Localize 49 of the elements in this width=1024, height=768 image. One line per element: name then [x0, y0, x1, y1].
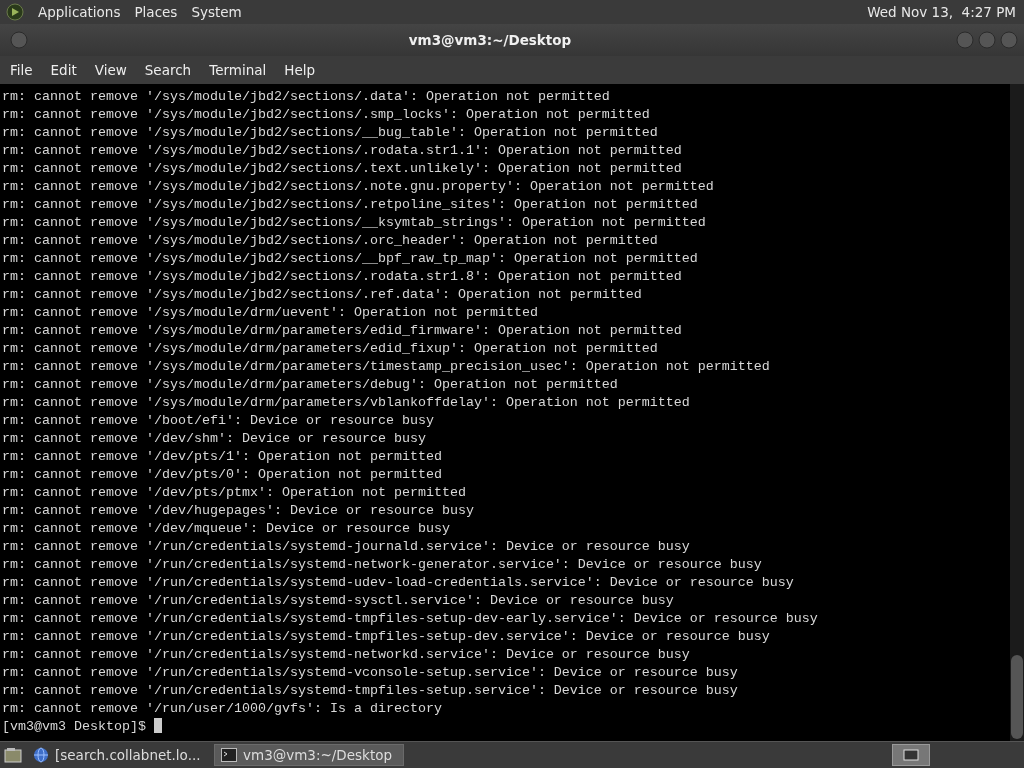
terminal-line: rm: cannot remove '/run/credentials/systemd-sysctl.service': Device or resource busy: [2, 592, 675, 610]
terminal-line: rm: cannot remove '/run/credentials/systemd-tmpfiles-setup-dev.service': Device or resource busy: [2, 628, 771, 646]
terminal-line: rm: cannot remove '/sys/module/jbd2/sections/.orc_header': Operation not permitted: [2, 232, 659, 250]
menu-item[interactable]: View: [88, 62, 133, 78]
terminal-line: rm: cannot remove '/dev/mqueue': Device or resource busy: [2, 520, 451, 538]
taskbar-button[interactable]: vm3@vm3:~/Desktop: [214, 744, 404, 766]
panel-menu[interactable]: Places: [134, 4, 178, 20]
terminal-line: rm: cannot remove '/sys/module/jbd2/sections/__bug_table': Operation not permitted: [2, 124, 659, 142]
taskbar-button[interactable]: [search.collabnet.lo...: [26, 744, 210, 766]
terminal-line: rm: cannot remove '/sys/module/drm/parameters/edid_fixup': Operation not permitted: [2, 340, 659, 358]
terminal-line: rm: cannot remove '/run/credentials/systemd-udev-load-credentials.service': Device or resource busy: [2, 574, 795, 592]
terminal-line: rm: cannot remove '/sys/module/jbd2/sections/.rodata.str1.8': Operation not permitted: [2, 268, 683, 286]
terminal-line: rm: cannot remove '/sys/module/jbd2/sections/__bpf_raw_tp_map': Operation not permitted: [2, 250, 699, 268]
terminal-line: rm: cannot remove '/sys/module/drm/parameters/vblankoffdelay': Operation not permitted: [2, 394, 691, 412]
shell-prompt: [vm3@vm3 Desktop]$: [2, 719, 147, 734]
menu-item[interactable]: Edit: [44, 62, 83, 78]
terminal-line: rm: cannot remove '/run/credentials/systemd-tmpfiles-setup-dev-early.service': Device or resource busy: [2, 610, 819, 628]
terminal-line: rm: cannot remove '/dev/pts/ptmx': Operation not permitted: [2, 484, 467, 502]
panel-menu[interactable]: System: [191, 4, 242, 20]
panel-menu[interactable]: Applications: [38, 4, 121, 20]
menu-item[interactable]: Terminal: [203, 62, 273, 78]
terminal-line: rm: cannot remove '/sys/module/drm/uevent': Operation not permitted: [2, 304, 539, 322]
terminal-line: rm: cannot remove '/dev/hugepages': Device or resource busy: [2, 502, 475, 520]
terminal-line: rm: cannot remove '/run/credentials/systemd-network-generator.service': Device or resource busy: [2, 556, 763, 574]
menu-item[interactable]: File: [4, 62, 39, 78]
menu-item[interactable]: Search: [138, 62, 198, 78]
terminal-line: rm: cannot remove '/dev/pts/1': Operation not permitted: [2, 448, 443, 466]
terminal-line: rm: cannot remove '/run/user/1000/gvfs': Is a directory: [2, 700, 443, 718]
terminal-line: rm: cannot remove '/sys/module/jbd2/sections/.text.unlikely': Operation not permitted: [2, 160, 683, 178]
clock[interactable]: Wed Nov 13, 4:27 PM: [867, 4, 1016, 20]
terminal-line: rm: cannot remove '/dev/pts/0': Operation not permitted: [2, 466, 443, 484]
menu-item[interactable]: Help: [278, 62, 322, 78]
terminal-line: rm: cannot remove '/dev/shm': Device or resource busy: [2, 430, 427, 448]
terminal-line: rm: cannot remove '/sys/module/jbd2/sections/.retpoline_sites': Operation not permitted: [2, 196, 699, 214]
terminal-line: rm: cannot remove '/sys/module/drm/parameters/debug': Operation not permitted: [2, 376, 619, 394]
terminal-line: rm: cannot remove '/sys/module/drm/parameters/edid_firmware': Operation not permitted: [2, 322, 683, 340]
terminal-line: rm: cannot remove '/sys/module/jbd2/sections/.note.gnu.property': Operation not permitted: [2, 178, 715, 196]
terminal-line: rm: cannot remove '/sys/module/jbd2/sections/.rodata.str1.1': Operation not permitted: [2, 142, 683, 160]
terminal-line: rm: cannot remove '/sys/module/jbd2/sections/__ksymtab_strings': Operation not permitted: [2, 214, 707, 232]
terminal-line: rm: cannot remove '/sys/module/jbd2/sections/.ref.data': Operation not permitted: [2, 286, 643, 304]
terminal-line: rm: cannot remove '/run/credentials/systemd-tmpfiles-setup.service': Device or resource busy: [2, 682, 739, 700]
terminal-line: rm: cannot remove '/run/credentials/systemd-journald.service': Device or resource busy: [2, 538, 691, 556]
window-title: vm3@vm3:~/Desktop: [407, 32, 573, 48]
terminal-line: rm: cannot remove '/sys/module/jbd2/sections/.smp_locks': Operation not permitted: [2, 106, 651, 124]
terminal-line: rm: cannot remove '/sys/module/drm/parameters/timestamp_precision_usec': Operation not permitted: [2, 358, 771, 376]
terminal-line: rm: cannot remove '/sys/module/jbd2/sections/.data': Operation not permitted: [2, 88, 611, 106]
terminal-line: rm: cannot remove '/run/credentials/systemd-vconsole-setup.service': Device or resource busy: [2, 664, 739, 682]
terminal-line: rm: cannot remove '/boot/efi': Device or resource busy: [2, 412, 435, 430]
terminal-line: rm: cannot remove '/run/credentials/systemd-networkd.service': Device or resource busy: [2, 646, 691, 664]
